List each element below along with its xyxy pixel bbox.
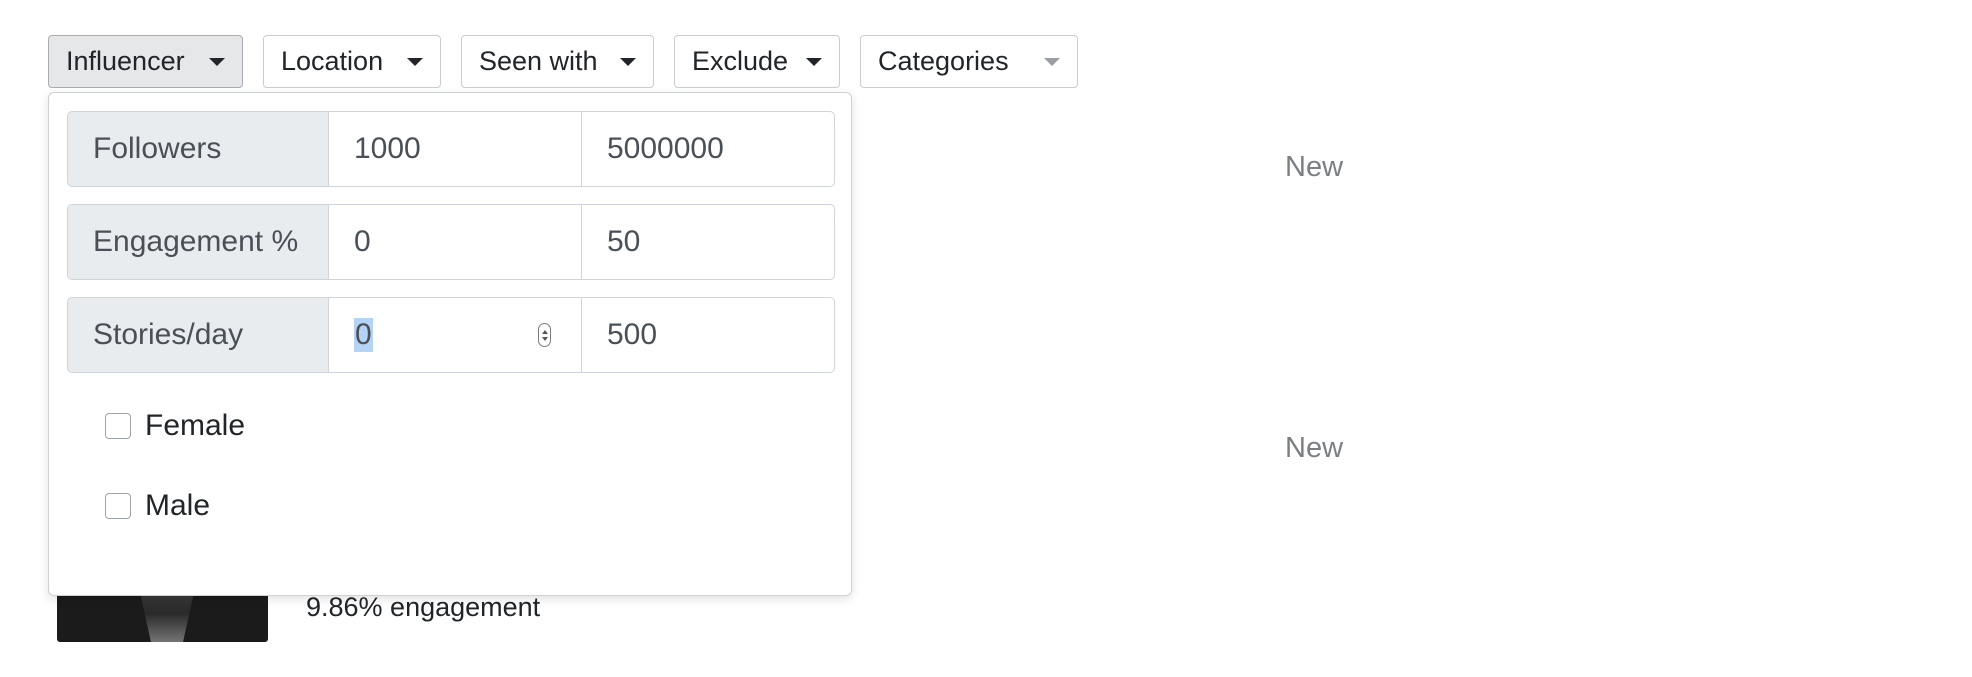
number-spinner-icon[interactable] [538, 323, 551, 347]
male-checkbox[interactable] [105, 493, 131, 519]
engagement-label: Engagement % [67, 204, 329, 280]
female-option[interactable]: Female [105, 409, 245, 443]
followers-max-input[interactable]: 5000000 [582, 111, 835, 187]
followers-min-value: 1000 [354, 132, 421, 165]
new-label: New [1285, 432, 1344, 464]
location-filter-button[interactable]: Location [263, 35, 441, 88]
stories-min-value: 0 [354, 318, 373, 352]
chevron-down-icon [806, 58, 822, 66]
chevron-down-icon [620, 58, 636, 66]
exclude-filter-button[interactable]: Exclude [674, 35, 840, 88]
engagement-max-value: 50 [607, 225, 641, 258]
influencer-filter-button[interactable]: Influencer [48, 35, 243, 88]
engagement-stat: 9.86% engagement [306, 592, 541, 622]
stories-min-input[interactable]: 0 [329, 297, 582, 373]
engagement-max-input[interactable]: 50 [582, 204, 835, 280]
engagement-min-input[interactable]: 0 [329, 204, 582, 280]
male-option[interactable]: Male [105, 489, 210, 523]
stories-range: Stories/day 0 500 [67, 297, 835, 373]
exclude-filter-label: Exclude [692, 46, 789, 76]
followers-label: Followers [67, 111, 329, 187]
female-checkbox[interactable] [105, 413, 131, 439]
page: New New 9.86% engagement Influencer Loca… [0, 0, 1972, 677]
location-filter-label: Location [281, 46, 384, 76]
seen-with-filter-label: Seen with [479, 46, 598, 76]
new-label: New [1285, 151, 1344, 183]
categories-filter-label: Categories [878, 46, 1009, 76]
influencer-dropdown: Followers 1000 5000000 Engagement % 0 50… [48, 92, 852, 596]
chevron-down-icon [407, 58, 423, 66]
seen-with-filter-button[interactable]: Seen with [461, 35, 654, 88]
stories-max-value: 500 [607, 318, 658, 351]
stories-max-input[interactable]: 500 [582, 297, 835, 373]
engagement-min-value: 0 [354, 225, 371, 258]
followers-min-input[interactable]: 1000 [329, 111, 582, 187]
female-label: Female [145, 409, 246, 442]
stories-label: Stories/day [67, 297, 329, 373]
chevron-down-icon [209, 58, 225, 66]
followers-range: Followers 1000 5000000 [67, 111, 835, 187]
categories-filter-button[interactable]: Categories [860, 35, 1078, 88]
male-label: Male [145, 489, 211, 522]
chevron-down-icon [1044, 58, 1060, 66]
followers-max-value: 5000000 [607, 132, 724, 165]
engagement-range: Engagement % 0 50 [67, 204, 835, 280]
influencer-filter-label: Influencer [66, 46, 185, 76]
